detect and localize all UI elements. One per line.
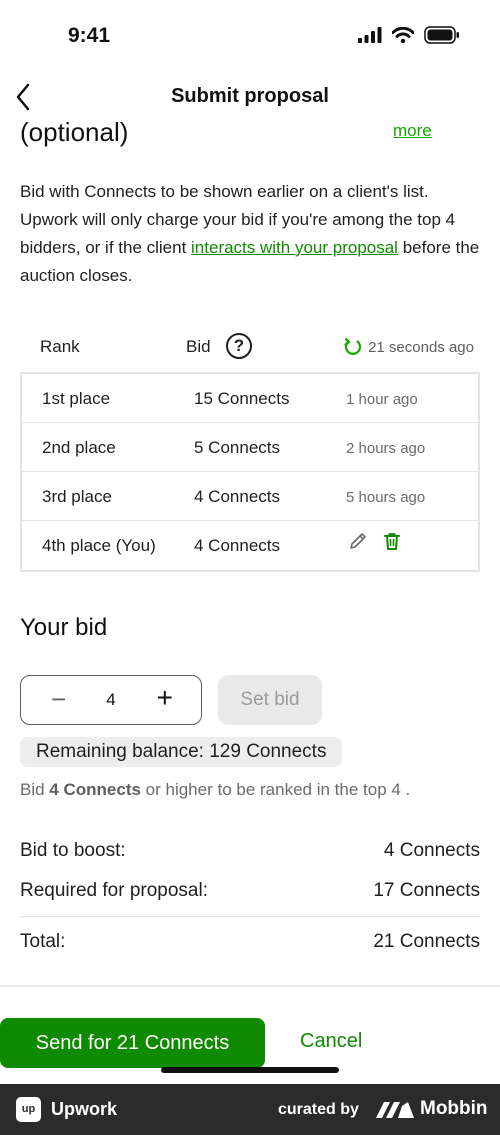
- increment-button[interactable]: +: [157, 684, 173, 712]
- footer-brand: Mobbin: [420, 1098, 488, 1119]
- summary-divider: [20, 916, 480, 917]
- rank-cell: 1st place: [42, 389, 111, 408]
- section-title: (optional): [20, 117, 129, 147]
- battery-icon: [424, 26, 459, 44]
- upwork-logo-icon: up: [16, 1097, 41, 1122]
- hint-suffix: or higher to be ranked in the top 4 .: [140, 780, 411, 799]
- bid-table: 1st place 15 Connects 1 hour ago 2nd pla…: [20, 372, 480, 572]
- bid-hint: Bid 4 Connects or higher to be ranked in…: [20, 780, 410, 800]
- boost-label: Bid to boost:: [20, 840, 126, 861]
- status-time: 9:41: [68, 24, 111, 47]
- edit-pencil-icon[interactable]: [348, 531, 368, 551]
- bid-cell: 4 Connects: [194, 536, 280, 555]
- your-bid-title: Your bid: [20, 614, 108, 641]
- bid-cell: 4 Connects: [194, 487, 280, 506]
- bid-stepper: − 4 +: [20, 675, 202, 725]
- row-actions: [348, 531, 402, 551]
- cancel-button[interactable]: Cancel: [300, 1030, 362, 1053]
- bid-description: Bid with Connects to be shown earlier on…: [20, 178, 482, 290]
- time-cell: 1 hour ago: [346, 391, 418, 408]
- trash-icon[interactable]: [382, 531, 402, 551]
- bid-cell: 15 Connects: [194, 389, 290, 408]
- interacts-link[interactable]: interacts with your proposal: [191, 238, 398, 257]
- bid-table-header: Rank Bid ? 21 seconds ago: [20, 328, 480, 368]
- remaining-balance-badge: Remaining balance: 129 Connects: [20, 737, 343, 767]
- rank-header: Rank: [40, 337, 80, 356]
- table-row-own-bid: 4th place (You) 4 Connects: [22, 521, 478, 570]
- send-proposal-button[interactable]: Send for 21 Connects: [0, 1018, 265, 1068]
- total-label: Total:: [20, 931, 66, 952]
- table-row: 1st place 15 Connects 1 hour ago: [22, 374, 478, 423]
- last-updated: 21 seconds ago: [343, 337, 474, 357]
- home-indicator: [161, 1067, 339, 1073]
- required-value: 17 Connects: [373, 880, 480, 901]
- table-row: 2nd place 5 Connects 2 hours ago: [22, 423, 478, 472]
- table-row: 3rd place 4 Connects 5 hours ago: [22, 472, 478, 521]
- required-label: Required for proposal:: [20, 880, 208, 901]
- footer-app-name: Upwork: [51, 1099, 118, 1119]
- cellular-signal-icon: [358, 27, 382, 43]
- status-bar: 9:41: [0, 0, 500, 75]
- footer-bar: up Upwork curated by Mobbin: [0, 1084, 500, 1135]
- last-updated-text: 21 seconds ago: [368, 338, 474, 356]
- status-icons: [358, 26, 460, 44]
- total-value: 21 Connects: [373, 931, 480, 952]
- hint-prefix: Bid: [20, 780, 50, 799]
- footer-curated-by: curated by: [278, 1101, 359, 1118]
- rank-cell: 3rd place: [42, 487, 112, 506]
- time-cell: 2 hours ago: [346, 440, 426, 457]
- mobbin-logo-icon: [376, 1102, 414, 1118]
- bid-header: Bid: [186, 337, 211, 356]
- summary-required-row: Required for proposal: 17 Connects: [20, 880, 480, 902]
- wifi-icon: [392, 27, 414, 43]
- summary-total-row: Total: 21 Connects: [20, 931, 480, 953]
- more-link[interactable]: more: [393, 121, 432, 141]
- card-divider: [0, 985, 500, 987]
- rank-cell: 4th place (You): [42, 536, 156, 555]
- rank-cell: 2nd place: [42, 438, 116, 457]
- help-circle-icon[interactable]: ?: [226, 333, 252, 359]
- page-title: Submit proposal: [171, 85, 329, 107]
- refresh-icon[interactable]: [343, 337, 363, 357]
- time-cell: 5 hours ago: [346, 489, 426, 506]
- bid-value[interactable]: 4: [21, 690, 201, 710]
- set-bid-button[interactable]: Set bid: [218, 675, 322, 725]
- bid-cell: 5 Connects: [194, 438, 280, 457]
- nav-bar: Submit proposal: [0, 75, 500, 119]
- summary-boost-row: Bid to boost: 4 Connects: [20, 840, 480, 862]
- hint-amount: 4 Connects: [49, 780, 141, 799]
- boost-value: 4 Connects: [383, 840, 480, 861]
